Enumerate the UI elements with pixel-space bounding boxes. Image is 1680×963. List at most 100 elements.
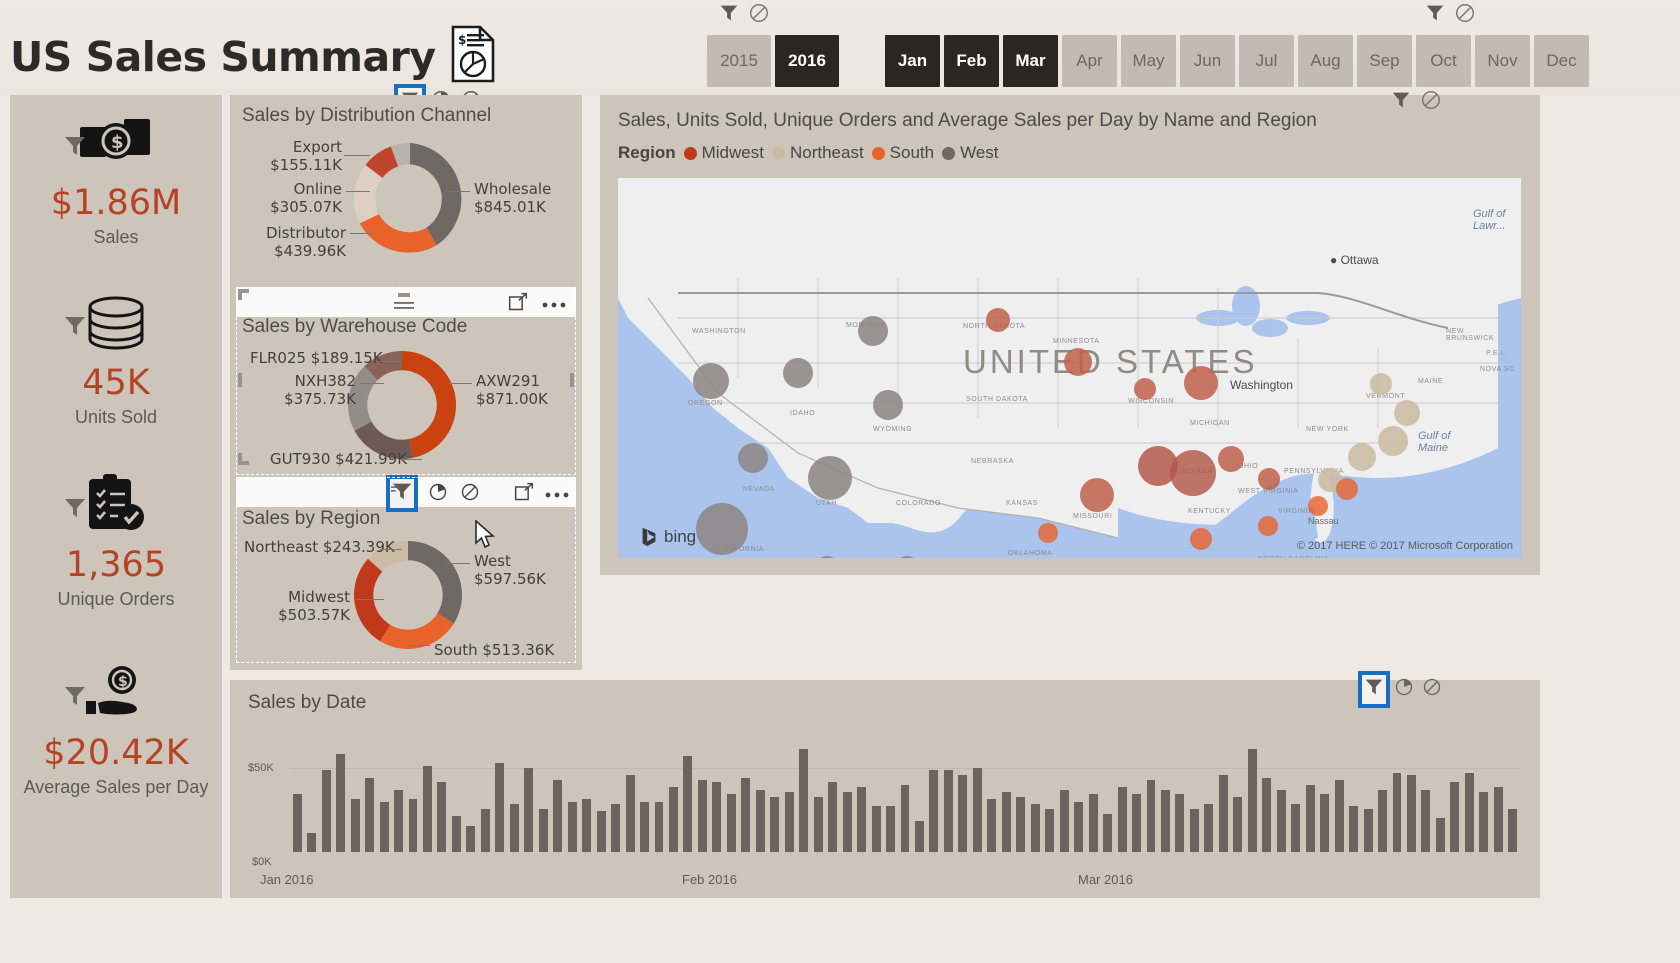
- map-legend[interactable]: Region Midwest Northeast South West: [618, 143, 999, 163]
- month-slicer-toolbar[interactable]: [1424, 2, 1476, 29]
- bar[interactable]: [871, 806, 881, 852]
- bar[interactable]: [1508, 808, 1518, 852]
- bar[interactable]: [1363, 808, 1373, 852]
- year-slicer[interactable]: 2015 2016: [707, 35, 839, 87]
- map-bubble[interactable]: [696, 503, 748, 555]
- month-option-may[interactable]: May: [1121, 35, 1176, 87]
- bar[interactable]: [495, 763, 505, 852]
- bar[interactable]: [987, 799, 997, 852]
- bar[interactable]: [1175, 794, 1185, 852]
- month-option-jan[interactable]: Jan: [885, 35, 940, 87]
- bar[interactable]: [1059, 789, 1069, 852]
- bar[interactable]: [553, 780, 563, 852]
- bar[interactable]: [451, 816, 461, 852]
- map-bubble[interactable]: [986, 308, 1010, 332]
- bar[interactable]: [365, 777, 375, 852]
- bar[interactable]: [755, 789, 765, 852]
- bar[interactable]: [943, 770, 953, 852]
- map-bubble[interactable]: [1190, 528, 1212, 550]
- bar[interactable]: [336, 753, 346, 852]
- bar[interactable]: [1421, 789, 1431, 852]
- bar[interactable]: [1117, 787, 1127, 852]
- bar[interactable]: [683, 756, 693, 852]
- bar[interactable]: [1045, 808, 1055, 852]
- map-toolbar[interactable]: [1390, 89, 1442, 116]
- map-bubble[interactable]: [693, 363, 729, 399]
- bar[interactable]: [1435, 818, 1445, 852]
- map-bubble[interactable]: [1184, 366, 1218, 400]
- bar[interactable]: [466, 825, 476, 852]
- map-bubble[interactable]: [1336, 478, 1358, 500]
- map-bubble[interactable]: [1218, 446, 1244, 472]
- month-slicer[interactable]: Jan Feb Mar Apr May Jun Jul Aug Sep Oct Nov Dec: [885, 35, 1589, 87]
- filter-icon[interactable]: [62, 683, 88, 712]
- filter-icon[interactable]: [62, 313, 88, 342]
- legend-item-west[interactable]: West: [942, 143, 999, 163]
- kpi-card-average-sales-per-day[interactable]: $ $20.42K Average Sales per Day: [10, 655, 222, 798]
- map-bubble[interactable]: [1170, 450, 1216, 496]
- map-bubble[interactable]: [1258, 516, 1278, 536]
- bar[interactable]: [1349, 806, 1359, 852]
- bar[interactable]: [1189, 808, 1199, 852]
- year-option-2016[interactable]: 2016: [775, 35, 839, 87]
- map-bubble[interactable]: [1348, 443, 1376, 471]
- bar[interactable]: [886, 806, 895, 852]
- bar[interactable]: [408, 799, 418, 852]
- map-bubble[interactable]: [1038, 523, 1058, 543]
- bar[interactable]: [321, 770, 331, 852]
- visual-sales-by-date[interactable]: Sales by Date $50K $0K Jan 2016 Feb 2016…: [230, 671, 1540, 898]
- bar[interactable]: [625, 775, 635, 852]
- filter-icon[interactable]: [1390, 89, 1412, 116]
- bar[interactable]: [292, 794, 302, 852]
- bar[interactable]: [972, 768, 982, 852]
- visual-sales-by-region[interactable]: Sales by Region Northeast $243.39K Midwe…: [230, 475, 582, 670]
- filter-icon[interactable]: [1358, 671, 1390, 708]
- bar[interactable]: [828, 782, 838, 852]
- bar[interactable]: [857, 787, 867, 852]
- bar[interactable]: [509, 804, 519, 852]
- bar[interactable]: [350, 799, 360, 852]
- map-bubble[interactable]: [1308, 496, 1328, 516]
- kpi-card-unique-orders[interactable]: 1,365 Unique Orders: [10, 467, 222, 610]
- bar[interactable]: [842, 792, 852, 852]
- sales-by-date-toolbar[interactable]: [1358, 671, 1442, 708]
- map-bubble[interactable]: [1370, 373, 1392, 395]
- bar[interactable]: [1160, 789, 1170, 852]
- bar[interactable]: [900, 784, 910, 852]
- visual-sales-by-warehouse-code[interactable]: Sales by Warehouse Code FLR025 $189.15K …: [230, 287, 582, 483]
- bar[interactable]: [1132, 794, 1141, 852]
- map-bubble[interactable]: [783, 358, 813, 388]
- month-option-nov[interactable]: Nov: [1475, 35, 1530, 87]
- map-bubble[interactable]: [738, 443, 768, 473]
- bar[interactable]: [784, 792, 794, 852]
- bar[interactable]: [567, 801, 577, 852]
- month-option-aug[interactable]: Aug: [1298, 35, 1353, 87]
- bar[interactable]: [654, 801, 664, 852]
- bar[interactable]: [697, 780, 707, 852]
- visual-sales-by-distribution-channel[interactable]: Sales by Distribution Channel Export $155…: [230, 95, 582, 287]
- year-option-2015[interactable]: 2015: [707, 35, 771, 87]
- map-bubble[interactable]: [1378, 426, 1408, 456]
- map-bubble[interactable]: [1080, 478, 1114, 512]
- bar[interactable]: [596, 811, 606, 852]
- bar[interactable]: [379, 801, 389, 852]
- bar[interactable]: [480, 808, 490, 852]
- bar[interactable]: [668, 787, 678, 852]
- pie-clock-icon[interactable]: [1394, 677, 1414, 702]
- bar[interactable]: [1320, 794, 1330, 852]
- month-option-jun[interactable]: Jun: [1180, 35, 1235, 87]
- bar[interactable]: [1305, 784, 1315, 852]
- bar-plot-area[interactable]: [290, 732, 1520, 852]
- legend-item-south[interactable]: South: [871, 143, 934, 163]
- filter-icon[interactable]: [62, 495, 88, 524]
- bar[interactable]: [1016, 796, 1026, 852]
- bar[interactable]: [524, 768, 534, 852]
- bar[interactable]: [813, 796, 823, 852]
- bing-logo[interactable]: bing: [638, 526, 696, 548]
- filter-icon[interactable]: [1424, 2, 1446, 29]
- bar[interactable]: [1276, 789, 1286, 852]
- bar[interactable]: [1493, 787, 1503, 852]
- bar[interactable]: [394, 789, 403, 852]
- bar[interactable]: [914, 820, 924, 852]
- no-entry-icon[interactable]: [748, 2, 770, 29]
